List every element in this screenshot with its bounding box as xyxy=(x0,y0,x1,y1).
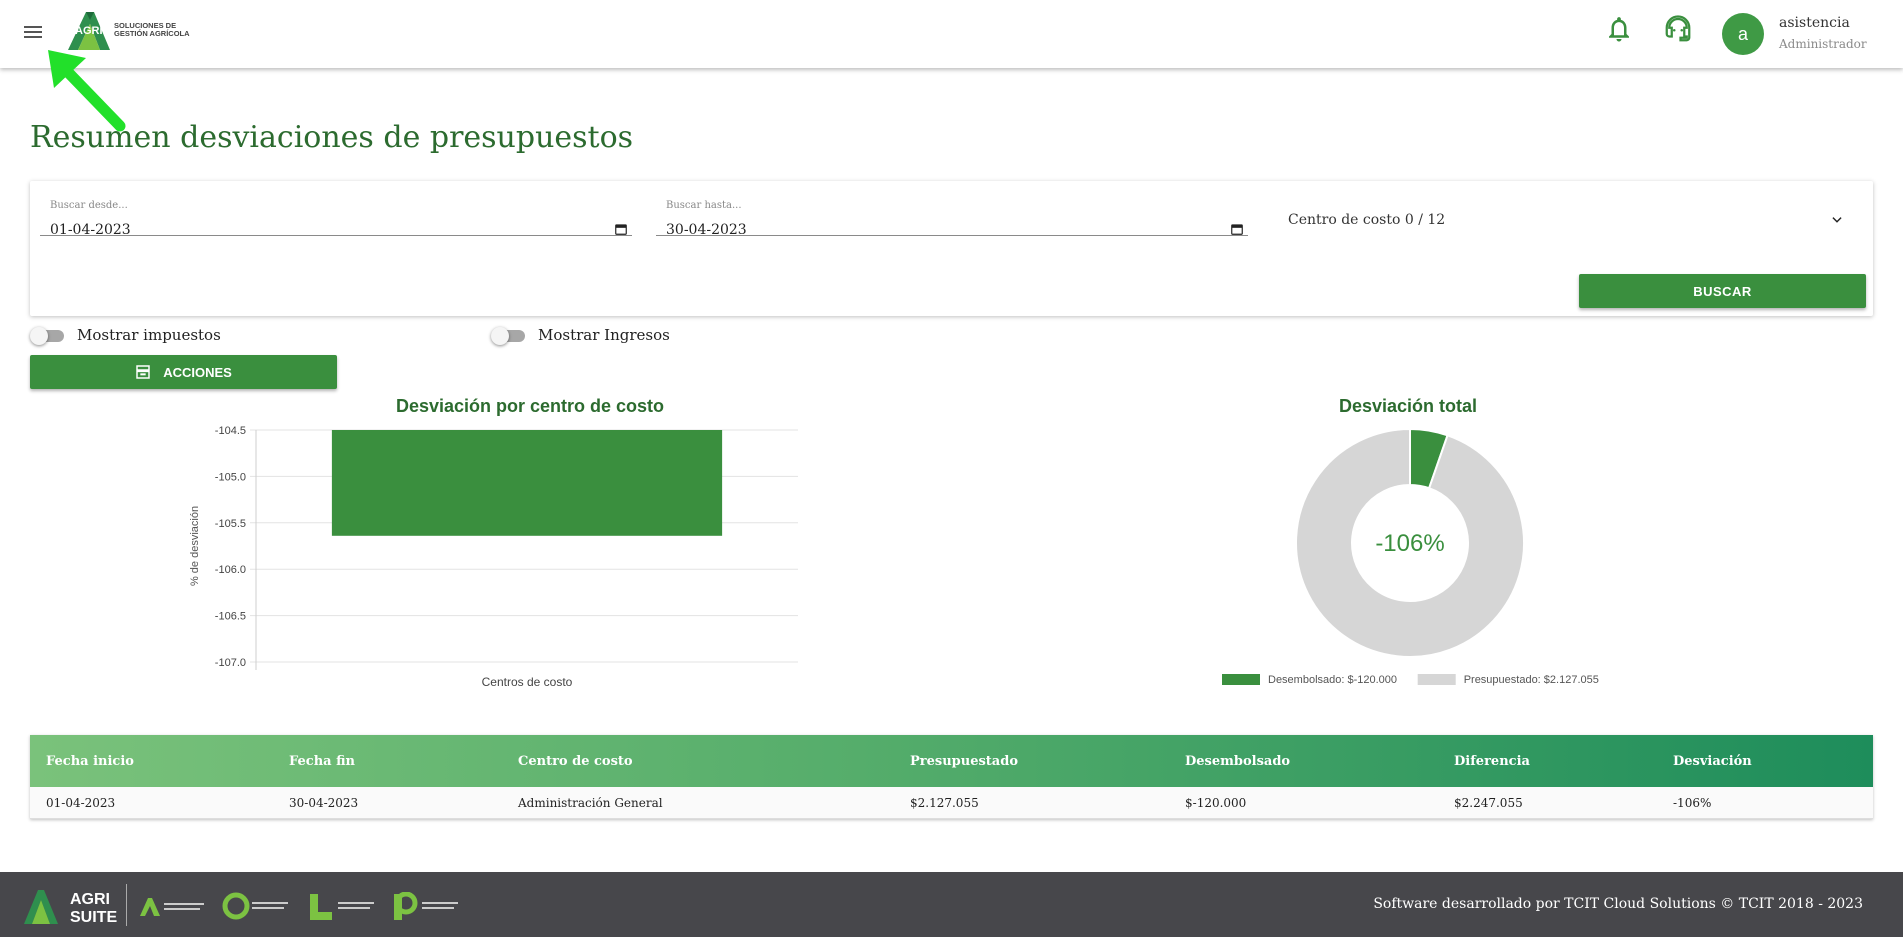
user-role: Administrador xyxy=(1779,37,1867,51)
pie-legend-label[interactable]: Presupuestado: $2.127.055 xyxy=(1464,674,1599,686)
show-taxes-label: Mostrar impuestos xyxy=(77,326,221,344)
table-header-cell[interactable]: Presupuestado xyxy=(910,754,1018,769)
pie-chart: -106% Desembolsado: $-120.000 Presupuesta… xyxy=(1222,427,1599,686)
menu-icon[interactable] xyxy=(24,26,42,40)
table-header-cell[interactable]: Fecha fin xyxy=(289,754,355,769)
product-logo-liquidaciones[interactable] xyxy=(308,892,378,922)
pie-chart-title: Desviación total xyxy=(1338,396,1478,416)
date-to-field[interactable]: Buscar hasta... 30-04-2023 xyxy=(656,191,1248,238)
actions-button-label: ACCIONES xyxy=(163,364,232,380)
show-taxes-toggle[interactable] xyxy=(30,327,66,345)
footer-credits: Software desarrollado por TCIT Cloud Sol… xyxy=(1373,896,1863,912)
footer-divider xyxy=(126,884,127,926)
bar-chart-y-ticks: -104.5 -105.0 -105.5 -106.0 -106.5 -107.0 xyxy=(215,425,246,669)
pie-legend-label[interactable]: Desembolsado: $-120.000 xyxy=(1268,674,1397,686)
cost-center-select[interactable]: Centro de costo 0 / 12 xyxy=(1288,212,1445,228)
user-avatar[interactable]: a xyxy=(1722,13,1764,55)
bar-chart-x-label: Centros de costo xyxy=(482,675,573,689)
product-logo-paqit[interactable] xyxy=(392,892,462,922)
logo-tagline: SOLUCIONES DE GESTIÓN AGRÍCOLA xyxy=(114,22,190,38)
logo-text: AGRI xyxy=(75,25,103,37)
bar-chart-title: Desviación por centro de costo xyxy=(395,396,665,416)
table-cell: -106% xyxy=(1673,796,1712,810)
agrisuite-logo[interactable]: AGRI SUITE xyxy=(22,884,122,928)
bar-chart-y-label: % de desviación xyxy=(189,506,201,586)
bar-chart-bar[interactable] xyxy=(331,430,723,536)
calendar-icon[interactable] xyxy=(614,222,628,236)
pointer-arrow-annotation xyxy=(48,50,126,132)
table-header-cell[interactable]: Desviación xyxy=(1673,754,1752,769)
product-logo-agri[interactable] xyxy=(138,894,208,918)
table-header-cell[interactable]: Diferencia xyxy=(1454,754,1530,769)
product-logo-cosecha[interactable] xyxy=(222,892,292,920)
date-to-value[interactable]: 30-04-2023 xyxy=(666,222,747,238)
bar-chart: -104.5 -105.0 -105.5 -106.0 -106.5 -107.0 Cen… xyxy=(189,425,798,689)
show-income-toggle[interactable] xyxy=(491,327,527,345)
table-cell: 30-04-2023 xyxy=(289,796,359,810)
table-header-cell[interactable]: Desembolsado xyxy=(1185,754,1290,769)
bar-chart-bars xyxy=(331,430,723,536)
bar-chart-y-tick-label: -104.5 xyxy=(215,425,246,437)
bar-chart-y-tick-label: -106.0 xyxy=(215,564,246,576)
pie-legend-swatch xyxy=(1417,674,1456,685)
bell-icon[interactable] xyxy=(1604,14,1634,44)
actions-button[interactable]: ACCIONES xyxy=(30,355,337,389)
date-from-value[interactable]: 01-04-2023 xyxy=(50,222,131,238)
support-headset-icon[interactable] xyxy=(1663,14,1693,44)
table-cell: $2.247.055 xyxy=(1454,796,1523,810)
archive-icon xyxy=(136,365,150,379)
calendar-icon[interactable] xyxy=(1230,222,1244,236)
footer-brand-line-1: AGRI xyxy=(70,891,110,908)
bar-chart-y-tick-label: -107.0 xyxy=(215,657,246,669)
date-from-field[interactable]: Buscar desde... 01-04-2023 xyxy=(40,191,632,238)
bar-chart-y-tick-label: -105.5 xyxy=(215,518,246,530)
deviation-table: Fecha inicio Fecha fin Centro de costo Pres… xyxy=(30,735,1873,819)
table-header-cell[interactable]: Fecha inicio xyxy=(46,754,134,769)
show-income-label: Mostrar Ingresos xyxy=(538,326,670,344)
table-cell: $-120.000 xyxy=(1185,796,1247,810)
search-button[interactable]: BUSCAR xyxy=(1579,274,1866,308)
logo-tagline-line-2: GESTIÓN AGRÍCOLA xyxy=(114,29,190,38)
table-row[interactable]: 01-04-2023 30-04-2023 Administración Gener… xyxy=(30,787,1873,819)
pie-legend-swatch xyxy=(1222,674,1260,685)
footer-brand-line-2: SUITE xyxy=(70,909,117,926)
bar-chart-y-tick-label: -106.5 xyxy=(215,611,246,623)
table-header-cell[interactable]: Centro de costo xyxy=(518,754,633,769)
table-cell: $2.127.055 xyxy=(910,796,979,810)
top-header: AGRI SOLUCIONES DE GESTIÓN AGRÍCOLA a as… xyxy=(0,0,1903,68)
table-header: Fecha inicio Fecha fin Centro de costo Pres… xyxy=(30,735,1873,787)
date-to-label: Buscar hasta... xyxy=(666,200,742,211)
date-from-label: Buscar desde... xyxy=(50,200,128,211)
table-body: 01-04-2023 30-04-2023 Administración Gener… xyxy=(30,787,1873,819)
filter-card: Buscar desde... 01-04-2023 Buscar hasta.… xyxy=(30,181,1873,316)
pie-center-label: -106% xyxy=(1375,530,1444,557)
footer: AGRI SUITE Software desarrollado por TCI… xyxy=(0,872,1903,937)
table-cell: Administración General xyxy=(518,796,663,810)
pie-chart-legend: Desembolsado: $-120.000 Presupuestado: $2… xyxy=(1222,674,1599,686)
bar-chart-y-tick-label: -105.0 xyxy=(215,471,246,483)
table-cell: 01-04-2023 xyxy=(46,796,116,810)
user-name: asistencia xyxy=(1779,15,1850,31)
chevron-down-icon[interactable] xyxy=(1830,213,1844,227)
